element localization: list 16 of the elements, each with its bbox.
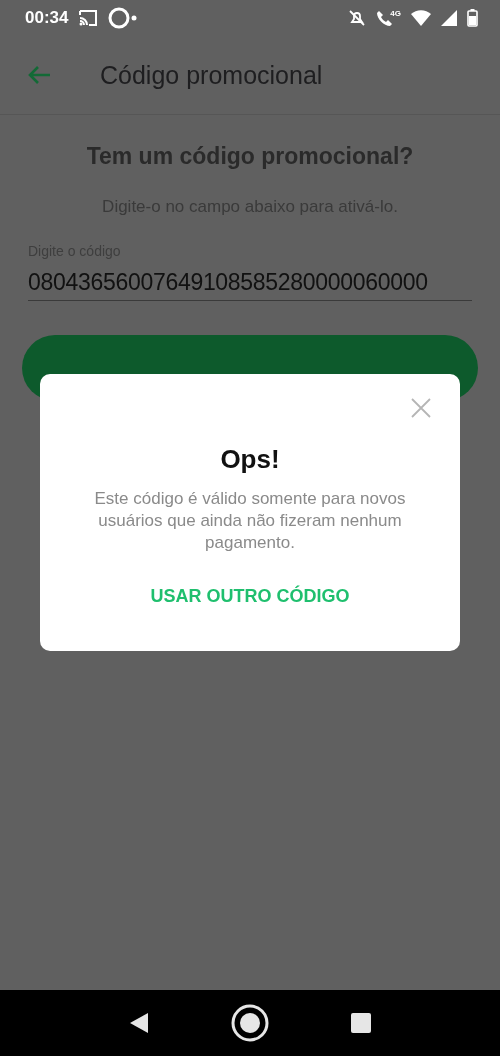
recents-nav-icon[interactable] xyxy=(350,1012,372,1034)
signal-icon xyxy=(441,10,457,26)
screen-title: Código promocional xyxy=(100,60,323,90)
muted-bell-icon xyxy=(348,9,367,27)
battery-icon xyxy=(467,9,478,27)
dialog-message: Este código é válido somente para novos usuários que ainda não fizeram nenhum pagamento. xyxy=(93,488,407,554)
cast-icon xyxy=(78,9,99,27)
code-input-field[interactable]: 08043656007649108585280000060000 xyxy=(28,269,472,301)
back-nav-icon[interactable] xyxy=(128,1011,150,1035)
home-nav-icon[interactable] xyxy=(230,1003,270,1043)
status-time: 00:34 xyxy=(25,8,69,28)
network-type: 4G xyxy=(390,8,401,18)
use-another-code-button[interactable]: USAR OUTRO CÓDIGO xyxy=(142,582,358,611)
dialog-title: Ops! xyxy=(220,444,280,475)
chat-app-icon xyxy=(108,7,139,29)
wifi-icon xyxy=(411,10,431,26)
